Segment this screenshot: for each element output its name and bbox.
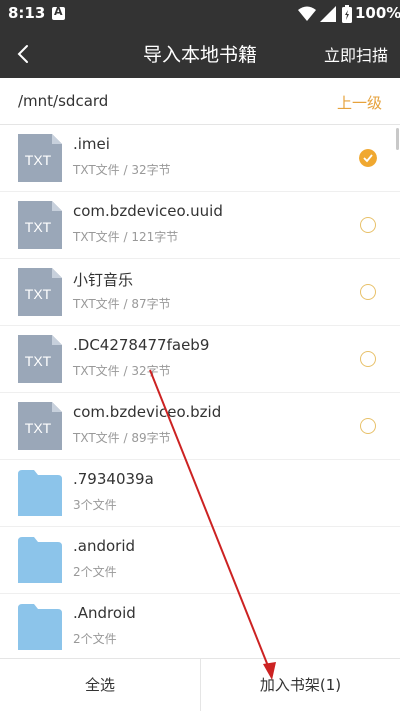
folder-meta: 2个文件: [73, 565, 117, 579]
folder-icon: [18, 604, 62, 650]
select-radio[interactable]: [360, 217, 376, 233]
file-list: TXT .imei TXT文件 / 32字节 TXT com.bzdeviceo…: [0, 125, 400, 658]
add-to-shelf-button[interactable]: 加入书架(1): [201, 659, 400, 711]
txt-file-icon: TXT: [18, 335, 62, 383]
txt-file-icon: TXT: [18, 201, 62, 249]
file-name: .DC4278477faeb9: [73, 336, 210, 354]
file-row[interactable]: TXT 小钉音乐 TXT文件 / 87字节: [0, 259, 400, 326]
parent-directory-button[interactable]: 上一级: [337, 92, 382, 113]
checked-icon[interactable]: [359, 149, 377, 167]
folder-name: .7934039a: [73, 470, 154, 488]
file-meta: TXT文件 / 89字节: [73, 431, 171, 445]
battery-icon: [342, 5, 352, 23]
select-all-button[interactable]: 全选: [0, 659, 200, 711]
file-row[interactable]: TXT .imei TXT文件 / 32字节: [0, 125, 400, 192]
folder-row[interactable]: .7934039a 3个文件: [0, 460, 400, 527]
folder-icon: [18, 537, 62, 583]
wifi-icon: [298, 6, 316, 21]
notification-icon: A: [52, 5, 65, 20]
bottom-bar: 全选 加入书架(1): [0, 658, 400, 711]
current-path: /mnt/sdcard: [18, 92, 109, 110]
folder-row[interactable]: .Android 2个文件: [0, 594, 400, 658]
txt-file-icon: TXT: [18, 402, 62, 450]
file-name: com.bzdeviceo.bzid: [73, 403, 222, 421]
select-radio[interactable]: [360, 284, 376, 300]
file-meta: TXT文件 / 32字节: [73, 163, 171, 177]
file-name: .imei: [73, 135, 110, 153]
scan-button[interactable]: 立即扫描: [324, 42, 388, 66]
txt-file-icon: TXT: [18, 134, 62, 182]
svg-text:TXT: TXT: [25, 219, 52, 235]
file-meta: TXT文件 / 32字节: [73, 364, 171, 378]
folder-name: .Android: [73, 604, 136, 622]
battery-percentage: 100%: [355, 4, 400, 22]
folder-name: .andorid: [73, 537, 136, 555]
title-bar: 导入本地书籍 立即扫描: [0, 28, 400, 78]
svg-text:TXT: TXT: [25, 353, 52, 369]
file-name: com.bzdeviceo.uuid: [73, 202, 223, 220]
select-radio[interactable]: [360, 418, 376, 434]
select-radio[interactable]: [360, 351, 376, 367]
signal-icon: [320, 6, 336, 22]
folder-meta: 3个文件: [73, 498, 117, 512]
status-bar: 8:13 A 100%: [0, 0, 400, 28]
file-row[interactable]: TXT .DC4278477faeb9 TXT文件 / 32字节: [0, 326, 400, 393]
file-meta: TXT文件 / 87字节: [73, 297, 171, 311]
file-name: 小钉音乐: [73, 271, 134, 289]
folder-meta: 2个文件: [73, 632, 117, 646]
scrollbar[interactable]: [396, 128, 399, 150]
file-row[interactable]: TXT com.bzdeviceo.bzid TXT文件 / 89字节: [0, 393, 400, 460]
svg-text:TXT: TXT: [25, 286, 52, 302]
file-row[interactable]: TXT com.bzdeviceo.uuid TXT文件 / 121字节: [0, 192, 400, 259]
path-bar: /mnt/sdcard 上一级: [0, 78, 400, 125]
txt-file-icon: TXT: [18, 268, 62, 316]
folder-icon: [18, 470, 62, 516]
status-time: 8:13: [8, 4, 46, 22]
file-meta: TXT文件 / 121字节: [73, 230, 179, 244]
svg-text:TXT: TXT: [25, 152, 52, 168]
svg-text:TXT: TXT: [25, 420, 52, 436]
folder-row[interactable]: .andorid 2个文件: [0, 527, 400, 594]
